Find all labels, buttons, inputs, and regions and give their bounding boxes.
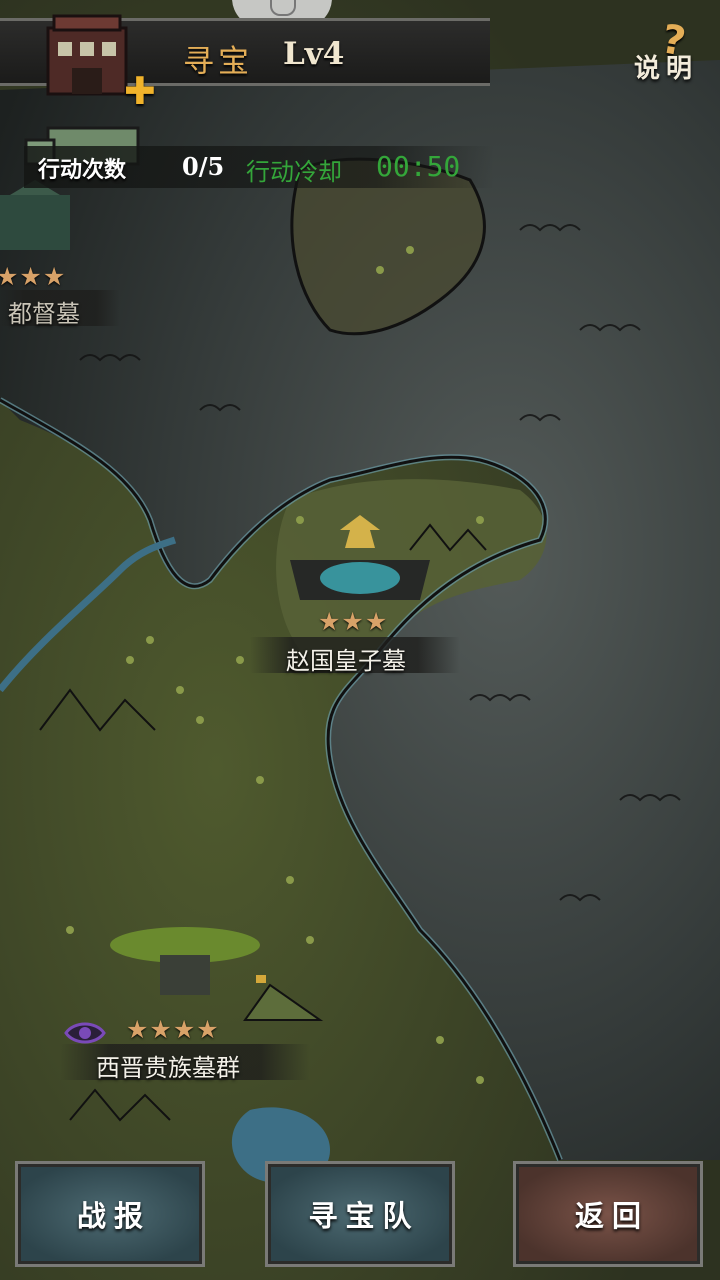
actions-count: 0/5 <box>182 152 225 181</box>
zhao-tomb-label[interactable]: 赵国皇子墓 <box>286 641 406 676</box>
battle-report-button[interactable]: 战报 <box>15 1161 205 1267</box>
western-jin-tomb-stars: ★★★★ <box>126 1015 220 1044</box>
battle-report-label: 战报 <box>76 1199 151 1233</box>
dudu-tomb-stars: ★★★ <box>0 262 67 291</box>
western-jin-tomb-label[interactable]: 西晋贵族墓群 <box>96 1048 240 1083</box>
back-label: 返回 <box>574 1199 649 1233</box>
treasure-team-button[interactable]: 寻宝队 <box>265 1161 455 1267</box>
cooldown-label: 行动冷却 <box>246 158 342 186</box>
cooldown-timer: 00:50 <box>376 150 461 183</box>
level-indicator: Lv4 <box>283 36 345 72</box>
upgrade-plus-icon[interactable]: ✚ <box>124 72 156 110</box>
back-button[interactable]: 返回 <box>513 1161 703 1267</box>
status-notch-indicator <box>270 0 296 16</box>
zhao-tomb-stars: ★★★ <box>318 607 389 636</box>
page-title: 寻宝 <box>183 44 253 80</box>
help-button[interactable]: 说明 <box>634 48 698 85</box>
dudu-tomb-label[interactable]: 都督墓 <box>8 294 80 329</box>
treasure-team-label: 寻宝队 <box>308 1199 420 1233</box>
actions-label: 行动次数 <box>38 158 127 183</box>
